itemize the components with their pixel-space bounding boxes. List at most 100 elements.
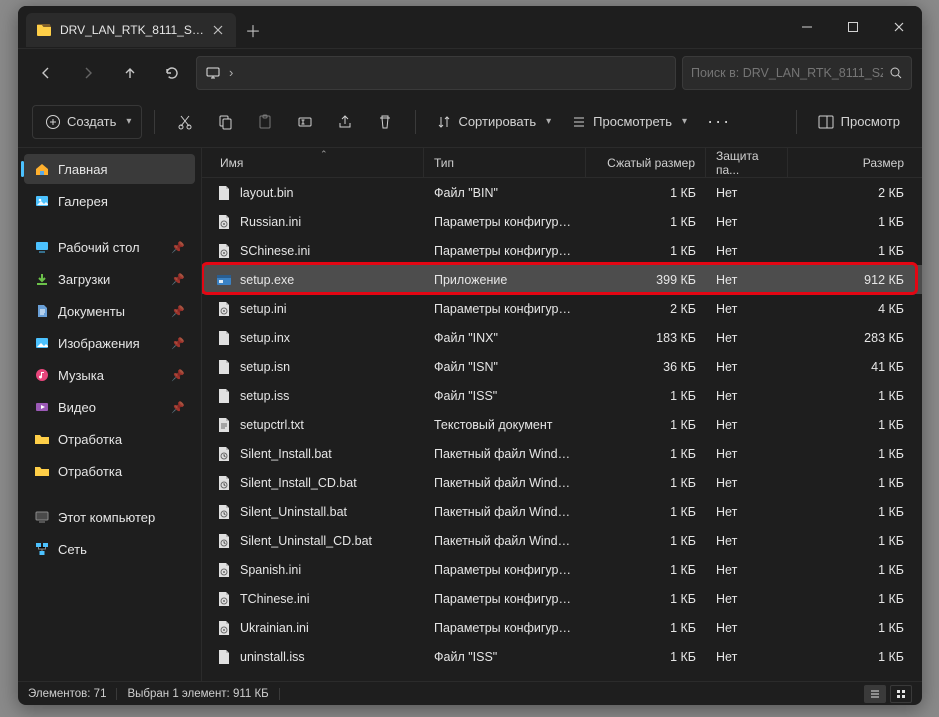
view-details-button[interactable] (864, 685, 886, 703)
file-row[interactable]: Silent_Uninstall_CD.batПакетный файл Win… (202, 526, 922, 555)
file-row[interactable]: Silent_Install_CD.batПакетный файл Windo… (202, 468, 922, 497)
file-size: 1 КБ (788, 389, 922, 403)
nav-documents[interactable]: Документы 📌 (24, 296, 195, 326)
file-compressed-size: 399 КБ (586, 273, 706, 287)
file-row[interactable]: setup.inxФайл "INX"183 КБНет283 КБ (202, 323, 922, 352)
tab-close-button[interactable] (212, 24, 224, 36)
nav-music[interactable]: Музыка 📌 (24, 360, 195, 390)
col-protection[interactable]: Защита па... (706, 148, 788, 177)
window-controls (784, 6, 922, 48)
file-compressed-size: 2 КБ (586, 302, 706, 316)
up-button[interactable] (112, 55, 148, 91)
file-size: 41 КБ (788, 360, 922, 374)
file-protection: Нет (706, 534, 788, 548)
back-button[interactable] (28, 55, 64, 91)
file-protection: Нет (706, 592, 788, 606)
file-icon (216, 272, 232, 288)
forward-button[interactable] (70, 55, 106, 91)
file-icon (216, 475, 232, 491)
file-row[interactable]: setup.exeПриложение399 КБНет912 КБ (202, 265, 922, 294)
col-size[interactable]: Размер (788, 148, 922, 177)
view-button[interactable]: Просмотреть ▾ (563, 105, 695, 139)
col-compressed[interactable]: Сжатый размер (586, 148, 706, 177)
new-button[interactable]: Создать ▾ (32, 105, 142, 139)
folder-icon (34, 463, 50, 479)
nav-folder-1[interactable]: Отработка (24, 424, 195, 454)
nav-home[interactable]: Главная (24, 154, 195, 184)
file-row[interactable]: setup.isnФайл "ISN"36 КБНет41 КБ (202, 352, 922, 381)
file-compressed-size: 1 КБ (586, 215, 706, 229)
nav-gallery[interactable]: Галерея (24, 186, 195, 216)
refresh-button[interactable] (154, 55, 190, 91)
sort-button[interactable]: Сортировать ▾ (428, 105, 559, 139)
search-input[interactable] (691, 66, 883, 80)
file-protection: Нет (706, 418, 788, 432)
view-icons-button[interactable] (890, 685, 912, 703)
copy-button[interactable] (207, 105, 243, 139)
address-bar-row: › (18, 48, 922, 96)
folder-icon (34, 431, 50, 447)
file-protection: Нет (706, 244, 788, 258)
status-bar: Элементов: 71 Выбран 1 элемент: 911 КБ (18, 681, 922, 705)
music-icon (34, 367, 50, 383)
nav-pane[interactable]: Главная Галерея Рабочий стол 📌 Загрузки … (18, 148, 202, 681)
nav-folder-2[interactable]: Отработка (24, 456, 195, 486)
file-size: 283 КБ (788, 331, 922, 345)
file-row[interactable]: Silent_Uninstall.batПакетный файл Window… (202, 497, 922, 526)
pin-icon: 📌 (171, 337, 185, 350)
file-row[interactable]: setup.issФайл "ISS"1 КБНет1 КБ (202, 381, 922, 410)
file-compressed-size: 1 КБ (586, 447, 706, 461)
file-compressed-size: 1 КБ (586, 418, 706, 432)
sort-asc-icon: ⌃ (320, 149, 328, 160)
network-icon (34, 541, 50, 557)
col-type[interactable]: Тип (424, 148, 586, 177)
search-box[interactable] (682, 56, 912, 90)
file-type: Файл "BIN" (424, 186, 586, 200)
file-icon (216, 417, 232, 433)
file-row[interactable]: setupctrl.txtТекстовый документ1 КБНет1 … (202, 410, 922, 439)
address-bar[interactable]: › (196, 56, 676, 90)
file-row[interactable]: TChinese.iniПараметры конфигурац...1 КБН… (202, 584, 922, 613)
rename-button[interactable] (287, 105, 323, 139)
col-name[interactable]: Имя⌃ (202, 148, 424, 177)
desktop-icon (34, 239, 50, 255)
body: Главная Галерея Рабочий стол 📌 Загрузки … (18, 148, 922, 681)
sort-icon (436, 114, 452, 130)
nav-thispc[interactable]: Этот компьютер (24, 502, 195, 532)
share-button[interactable] (327, 105, 363, 139)
minimize-button[interactable] (784, 6, 830, 48)
nav-downloads[interactable]: Загрузки 📌 (24, 264, 195, 294)
new-tab-button[interactable]: ＋ (236, 13, 270, 47)
more-button[interactable]: ··· (699, 105, 739, 139)
file-row[interactable]: layout.binФайл "BIN"1 КБНет2 КБ (202, 178, 922, 207)
file-compressed-size: 183 КБ (586, 331, 706, 345)
file-row[interactable]: uninstall.issФайл "ISS"1 КБНет1 КБ (202, 642, 922, 671)
delete-button[interactable] (367, 105, 403, 139)
file-row[interactable]: Spanish.iniПараметры конфигурац...1 КБНе… (202, 555, 922, 584)
file-icon (216, 301, 232, 317)
file-protection: Нет (706, 389, 788, 403)
details-pane-button[interactable]: Просмотр (809, 105, 908, 139)
file-row[interactable]: Ukrainian.iniПараметры конфигурац...1 КБ… (202, 613, 922, 642)
file-name: setup.isn (240, 360, 290, 374)
chevron-right-icon[interactable]: › (229, 65, 233, 80)
documents-icon (34, 303, 50, 319)
file-icon (216, 562, 232, 578)
file-type: Параметры конфигурац... (424, 302, 586, 316)
nav-desktop[interactable]: Рабочий стол 📌 (24, 232, 195, 262)
file-row[interactable]: Silent_Install.batПакетный файл Windows1… (202, 439, 922, 468)
maximize-button[interactable] (830, 6, 876, 48)
nav-network[interactable]: Сеть (24, 534, 195, 564)
close-button[interactable] (876, 6, 922, 48)
nav-pictures[interactable]: Изображения 📌 (24, 328, 195, 358)
tab[interactable]: DRV_LAN_RTK_8111_SZ-TSD_W (26, 13, 236, 47)
file-size: 1 КБ (788, 534, 922, 548)
paste-button[interactable] (247, 105, 283, 139)
file-rows[interactable]: layout.binФайл "BIN"1 КБНет2 КБRussian.i… (202, 178, 922, 681)
file-compressed-size: 1 КБ (586, 621, 706, 635)
file-row[interactable]: Russian.iniПараметры конфигурац...1 КБНе… (202, 207, 922, 236)
cut-button[interactable] (167, 105, 203, 139)
file-row[interactable]: setup.iniПараметры конфигурац...2 КБНет4… (202, 294, 922, 323)
file-row[interactable]: SChinese.iniПараметры конфигурац...1 КБН… (202, 236, 922, 265)
nav-videos[interactable]: Видео 📌 (24, 392, 195, 422)
